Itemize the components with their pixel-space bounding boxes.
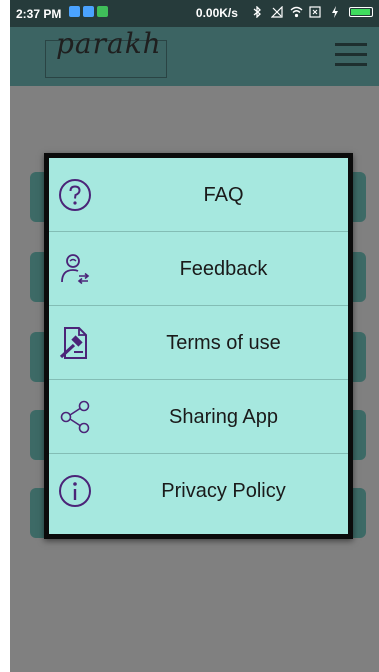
menu-item-terms-of-use[interactable]: Terms of use [49, 306, 348, 380]
menu-item-privacy-policy[interactable]: Privacy Policy [49, 454, 348, 528]
battery-icon [349, 7, 373, 17]
app-logo-text: parakh [56, 27, 162, 60]
app-logo: parakh [45, 27, 167, 78]
menu-line [335, 63, 367, 66]
menu-item-label: Terms of use [166, 332, 281, 354]
network-speed: 0.00K/s [195, 6, 238, 20]
status-bar: 2:37 PM 0.00K/s [10, 0, 379, 27]
no-signal-icon [270, 5, 283, 18]
menu-line [335, 43, 367, 46]
menu-item-label: Privacy Policy [161, 480, 286, 502]
notification-green-icon [97, 6, 108, 17]
app-screen: 2:37 PM 0.00K/s parakh FAQ Feedback Term… [10, 0, 379, 672]
info-circle-icon [58, 474, 92, 508]
menu-dialog: FAQ Feedback Terms of use Sharing App Pr… [44, 153, 353, 539]
feedback-person-icon [58, 252, 92, 286]
menu-item-faq[interactable]: FAQ [49, 158, 348, 232]
share-icon [58, 400, 92, 434]
sim-icon [309, 6, 321, 18]
menu-dialog-body: FAQ Feedback Terms of use Sharing App Pr… [49, 158, 348, 534]
menu-item-label: Sharing App [169, 406, 278, 428]
notification-icons [69, 6, 111, 20]
menu-item-sharing-app[interactable]: Sharing App [49, 380, 348, 454]
hamburger-menu-icon[interactable] [335, 41, 367, 69]
charging-icon [329, 6, 341, 18]
menu-item-label: FAQ [203, 184, 244, 206]
bluetooth-icon [251, 5, 263, 19]
question-circle-icon [58, 178, 92, 212]
app-bar: parakh [10, 27, 379, 86]
status-time: 2:37 PM [16, 7, 62, 21]
wifi-icon [290, 6, 303, 18]
status-right: 0.00K/s [195, 5, 373, 20]
notification-blue-icon [83, 6, 94, 17]
document-gavel-icon [58, 326, 92, 360]
menu-item-label: Feedback [179, 258, 268, 280]
notification-blue-icon [69, 6, 80, 17]
menu-line [335, 53, 367, 56]
menu-item-feedback[interactable]: Feedback [49, 232, 348, 306]
battery-fill [351, 9, 370, 15]
